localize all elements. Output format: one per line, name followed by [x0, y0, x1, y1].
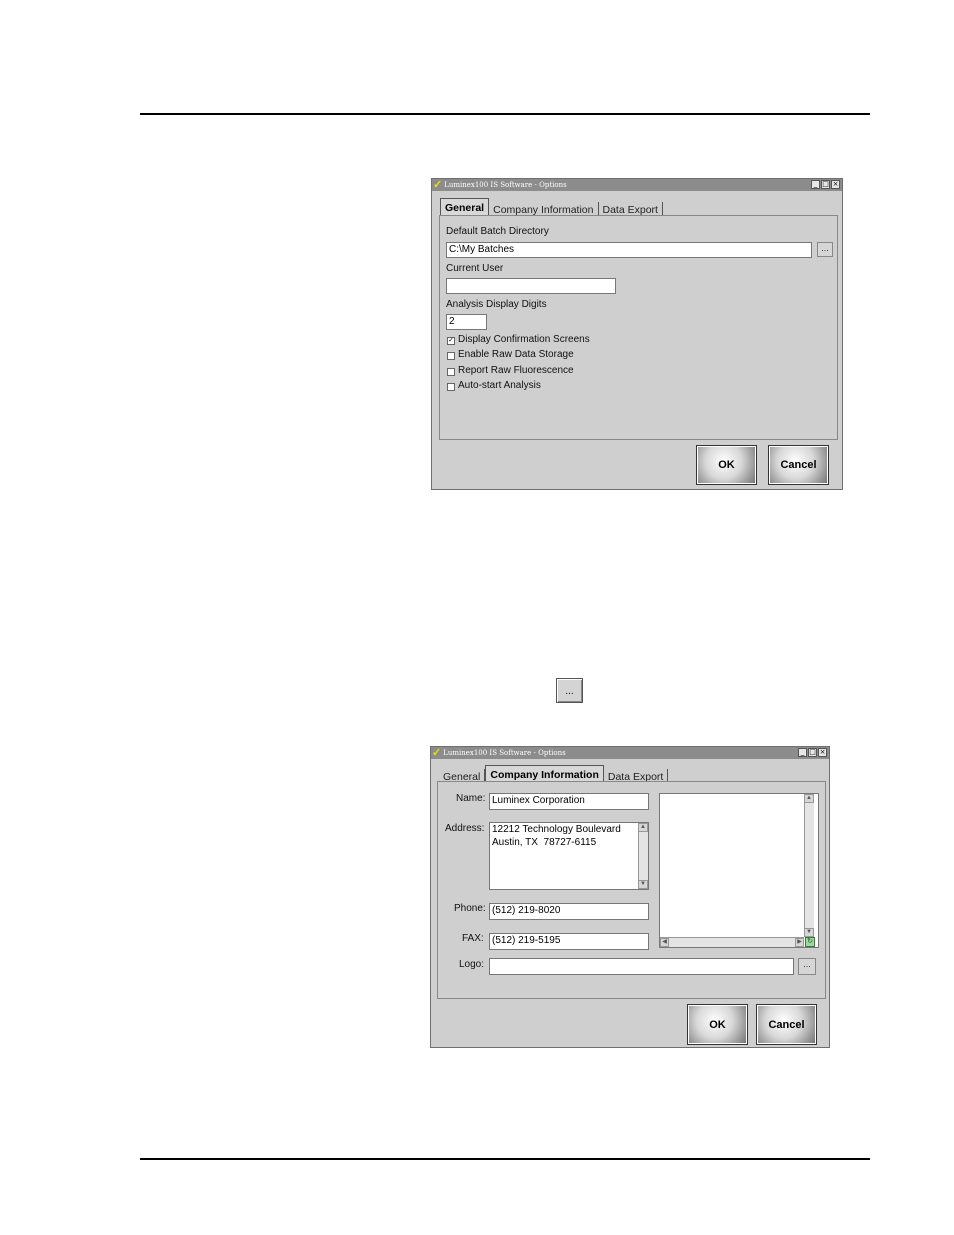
minimize-icon[interactable]: _: [798, 748, 807, 757]
address-scrollbar[interactable]: ▲ ▼: [638, 823, 648, 889]
ok-button[interactable]: OK: [696, 445, 757, 485]
title-bar: ✓ Luminex100 IS Software - Options _ □ ×: [432, 179, 842, 191]
checkbox-auto-start[interactable]: [447, 383, 455, 391]
window-controls: _ □ ×: [811, 180, 840, 189]
address-input[interactable]: 12212 Technology Boulevard Austin, TX 78…: [489, 822, 649, 890]
browse-ellipsis-button[interactable]: ...: [556, 678, 583, 703]
luminex-check-icon: ✓: [432, 746, 442, 759]
logo-browse-button[interactable]: ...: [798, 958, 816, 975]
phone-label: Phone:: [454, 903, 486, 914]
preview-horizontal-scrollbar[interactable]: ◀ ▶: [660, 937, 804, 947]
batch-dir-browse-button[interactable]: ...: [817, 242, 833, 257]
checkbox-display-confirmation[interactable]: ✓: [447, 337, 455, 345]
minimize-icon[interactable]: _: [811, 180, 820, 189]
scroll-left-arrow-icon[interactable]: ◀: [660, 938, 669, 947]
footer-rule: [140, 1158, 870, 1160]
current-user-input[interactable]: [446, 278, 616, 294]
address-label: Address:: [445, 823, 485, 834]
scroll-down-arrow-icon[interactable]: ▼: [638, 880, 648, 889]
luminex-check-icon: ✓: [433, 178, 443, 191]
fax-label: FAX:: [462, 933, 484, 944]
digits-input[interactable]: 2: [446, 314, 487, 330]
ok-button[interactable]: OK: [687, 1004, 748, 1045]
fax-input[interactable]: (512) 219-5195: [489, 933, 649, 950]
checkbox-label: Display Confirmation Screens: [458, 334, 590, 345]
options-window-general: ✓ Luminex100 IS Software - Options _ □ ×…: [431, 178, 843, 490]
close-icon[interactable]: ×: [818, 748, 827, 757]
window-title: Luminex100 IS Software - Options: [443, 749, 566, 757]
scroll-right-arrow-icon[interactable]: ▶: [795, 938, 804, 947]
digits-label: Analysis Display Digits: [446, 299, 547, 310]
window-controls: _ □ ×: [798, 748, 827, 757]
checkbox-label: Report Raw Fluorescence: [458, 365, 574, 376]
scroll-up-arrow-icon[interactable]: ▲: [638, 823, 648, 832]
logo-preview: [659, 793, 819, 948]
general-panel: Default Batch Directory C:\My Batches ..…: [439, 215, 838, 440]
options-window-company: ✓ Luminex100 IS Software - Options _ □ ×…: [430, 746, 830, 1048]
maximize-icon[interactable]: □: [821, 180, 830, 189]
checkbox-report-raw-fluorescence[interactable]: [447, 368, 455, 376]
batch-dir-label: Default Batch Directory: [446, 226, 549, 237]
header-rule: [140, 113, 870, 115]
current-user-label: Current User: [446, 263, 504, 274]
checkbox-enable-raw-data[interactable]: [447, 352, 455, 360]
phone-input[interactable]: (512) 219-8020: [489, 903, 649, 920]
preview-vertical-scrollbar[interactable]: ▲ ▼: [804, 794, 814, 937]
scroll-up-arrow-icon[interactable]: ▲: [804, 794, 814, 803]
close-icon[interactable]: ×: [831, 180, 840, 189]
company-panel: Name: Luminex Corporation Address: 12212…: [437, 781, 826, 999]
cancel-button[interactable]: Cancel: [756, 1004, 817, 1045]
logo-label: Logo:: [459, 959, 485, 970]
title-bar: ✓ Luminex100 IS Software - Options _ □ ×: [431, 747, 829, 759]
logo-input[interactable]: [489, 958, 794, 975]
name-input[interactable]: Luminex Corporation: [489, 793, 649, 810]
cancel-button[interactable]: Cancel: [768, 445, 829, 485]
refresh-icon[interactable]: ↻: [805, 937, 815, 947]
window-title: Luminex100 IS Software - Options: [444, 181, 567, 189]
scroll-down-arrow-icon[interactable]: ▼: [804, 928, 814, 937]
checkbox-label: Auto-start Analysis: [458, 380, 541, 391]
batch-dir-input[interactable]: C:\My Batches: [446, 242, 812, 258]
name-label: Name:: [456, 793, 486, 804]
checkbox-label: Enable Raw Data Storage: [458, 349, 574, 360]
maximize-icon[interactable]: □: [808, 748, 817, 757]
